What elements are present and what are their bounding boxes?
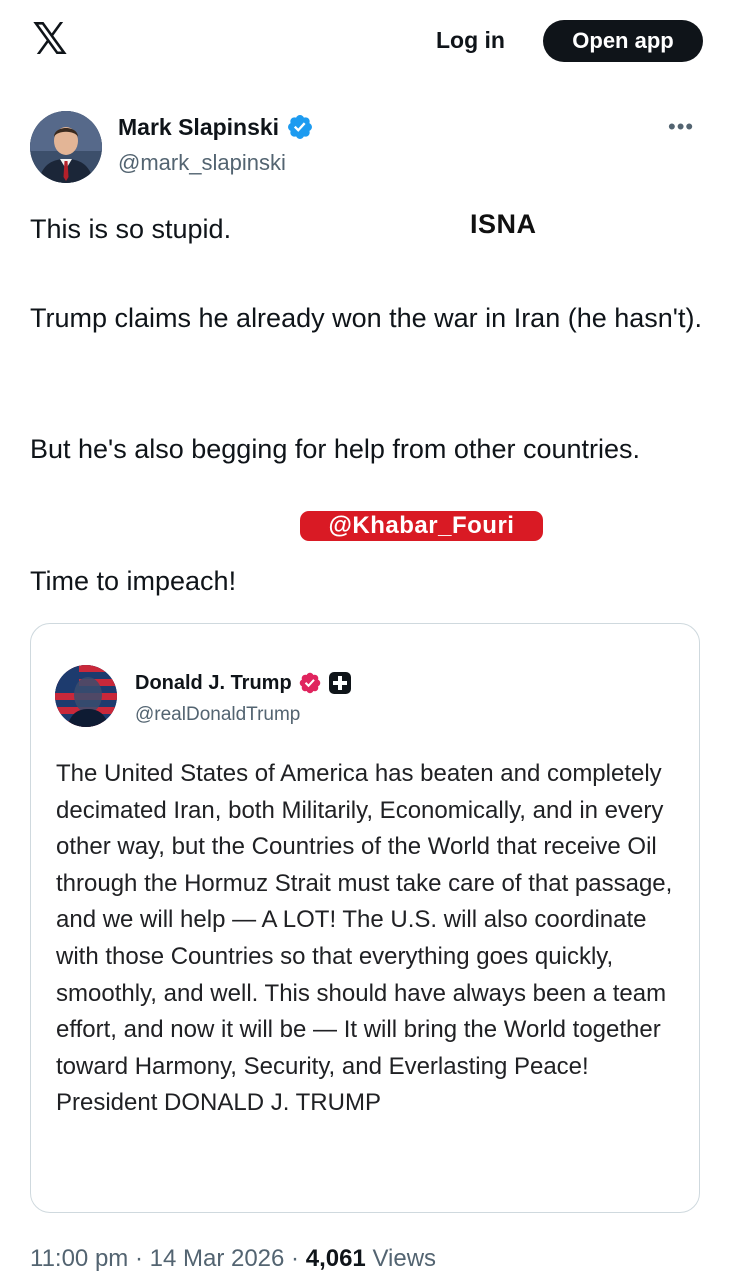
quoted-author-handle[interactable]: @realDonaldTrump [135,704,300,726]
post-text-line-3: But he's also begging for help from othe… [30,434,641,464]
verified-badge-icon [288,115,313,139]
x-logo-icon[interactable]: 𝕏 [28,18,72,62]
meta-separator: · [128,1245,150,1272]
quoted-author-name[interactable]: Donald J. Trump [135,671,352,695]
post-text-line-1: This is so stupid. [30,214,232,244]
verified-badge-icon [299,672,320,694]
khabar-fouri-watermark: @Khabar_Fouri [300,511,543,541]
views-label: Views [372,1245,437,1272]
more-options-icon[interactable]: ••• [668,116,694,138]
meta-separator: · [284,1245,306,1272]
login-link[interactable]: Log in [436,27,505,54]
quoted-post-text: The United States of America has beaten … [56,760,673,1117]
author-handle[interactable]: @mark_slapinski [118,150,286,176]
author-avatar-image [30,111,102,183]
author-name[interactable]: Mark Slapinski [118,113,314,141]
quoted-author-name-text[interactable]: Donald J. Trump [135,672,292,695]
quoted-post-card[interactable]: Donald J. Trump @realDonaldTrump The Uni… [30,623,700,1213]
post-time[interactable]: 11:00 pm [30,1245,128,1272]
quoted-author-avatar[interactable] [55,665,117,727]
post-text-line-2: Trump claims he already won the war in I… [30,303,702,333]
affiliate-plus-icon [328,672,351,694]
author-name-text[interactable]: Mark Slapinski [118,114,279,141]
views-count: 4,061 [305,1245,366,1272]
isna-watermark: ISNA [470,209,537,239]
open-app-button[interactable]: Open app [543,20,703,62]
post-date[interactable]: 14 Mar 2026 [150,1245,285,1272]
post-page: 𝕏 Log in Open app Mark Slapinski @mark_s… [0,0,731,1280]
quoted-author-avatar-image [55,665,117,727]
post-meta: 11:00 pm · 14 Mar 2026 · 4,061 Views [30,1245,436,1273]
post-text-line-4: Time to impeach! [30,566,237,596]
author-avatar[interactable] [30,111,102,183]
